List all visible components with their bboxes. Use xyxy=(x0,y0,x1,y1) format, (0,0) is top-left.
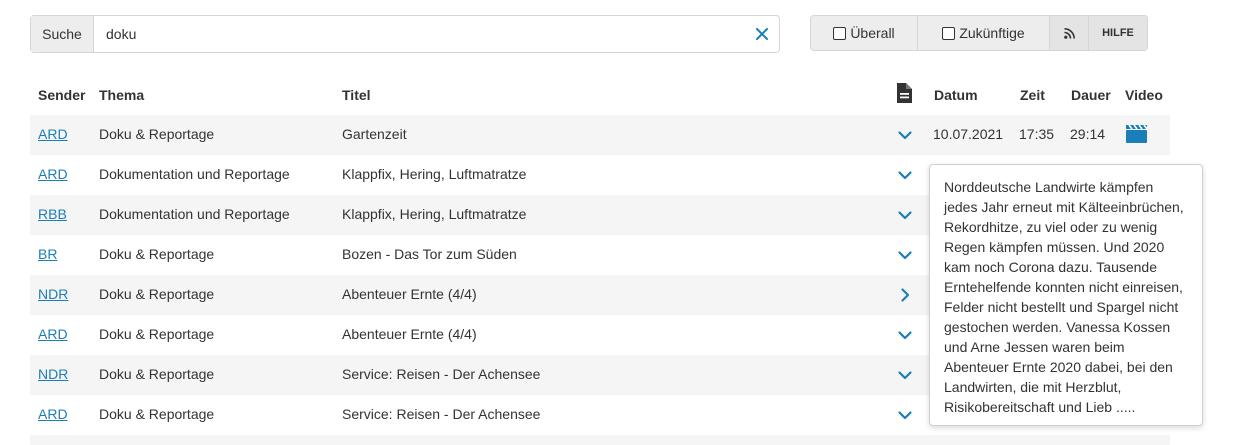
header-zeit[interactable]: Zeit xyxy=(1020,87,1045,103)
chevron-down-icon[interactable] xyxy=(896,326,914,344)
everywhere-checkbox[interactable] xyxy=(833,26,847,40)
zeit-cell: 17:35 xyxy=(1019,126,1055,142)
close-icon xyxy=(756,28,768,40)
thema-cell: Doku & Reportage xyxy=(99,246,215,262)
dauer-cell: 29:14 xyxy=(1070,126,1106,142)
table-row-partial xyxy=(30,435,1170,445)
header-video: Video xyxy=(1125,87,1163,103)
sender-link[interactable]: ARD xyxy=(38,326,68,342)
future-checkbox[interactable] xyxy=(942,26,956,40)
thema-cell: Doku & Reportage xyxy=(99,126,215,142)
titel-cell: Bozen - Das Tor zum Süden xyxy=(342,246,517,262)
titel-cell: Gartenzeit xyxy=(342,126,407,142)
tooltip-line: Regen kämpfen müssen. Und 2020 xyxy=(944,239,1165,255)
thema-cell: Dokumentation und Reportage xyxy=(99,206,290,222)
clear-search-button[interactable] xyxy=(745,16,779,52)
tooltip-line: kam noch Corona dazu. Tausende xyxy=(944,259,1157,275)
sender-link[interactable]: NDR xyxy=(38,366,68,382)
tooltip-line: gestochen werden. Vanessa Kossen xyxy=(944,319,1171,335)
table-header: Sender Thema Titel Datum Zeit Dauer Vide… xyxy=(30,75,1170,115)
tooltip-line: Felder nicht bestellt und Spargel nicht xyxy=(944,299,1179,315)
rss-icon xyxy=(1063,27,1075,39)
sender-link[interactable]: ARD xyxy=(38,166,68,182)
everywhere-toggle[interactable]: Überall xyxy=(811,16,918,50)
chevron-down-icon[interactable] xyxy=(896,366,914,384)
header-datum[interactable]: Datum xyxy=(934,87,978,103)
thema-cell: Doku & Reportage xyxy=(99,286,215,302)
header-dauer[interactable]: Dauer xyxy=(1071,87,1111,103)
sender-link[interactable]: RBB xyxy=(38,206,67,222)
video-clapperboard-icon[interactable] xyxy=(1126,125,1147,143)
header-thema[interactable]: Thema xyxy=(99,87,144,103)
chevron-down-icon[interactable] xyxy=(896,246,914,264)
thema-cell: Dokumentation und Reportage xyxy=(99,166,290,182)
table-row[interactable]: ARD Doku & Reportage Gartenzeit 10.07.20… xyxy=(30,115,1170,155)
chevron-down-icon[interactable] xyxy=(896,166,914,184)
sender-link[interactable]: NDR xyxy=(38,286,68,302)
sender-link[interactable]: BR xyxy=(38,246,57,262)
search-label: Suche xyxy=(31,16,94,52)
titel-cell: Klappfix, Hering, Luftmatratze xyxy=(342,166,527,182)
tooltip-line: und Arne Jessen waren beim xyxy=(944,339,1125,355)
tooltip-line: Norddeutsche Landwirte kämpfen xyxy=(944,179,1154,195)
search-bar: Suche xyxy=(30,15,780,53)
thema-cell: Doku & Reportage xyxy=(99,326,215,342)
document-icon xyxy=(897,83,912,103)
titel-cell: Klappfix, Hering, Luftmatratze xyxy=(342,206,527,222)
future-toggle[interactable]: Zukünftige xyxy=(918,16,1050,50)
help-button[interactable]: HILFE xyxy=(1089,16,1147,50)
chevron-down-icon[interactable] xyxy=(896,206,914,224)
titel-cell: Abenteuer Ernte (4/4) xyxy=(342,286,477,302)
chevron-down-icon[interactable] xyxy=(896,406,914,424)
tooltip-line: Landwirten, die mit Herzblut, xyxy=(944,379,1122,395)
titel-cell: Service: Reisen - Der Achensee xyxy=(342,366,541,382)
tooltip-line: Rekordhitze, zu viel oder zu wenig xyxy=(944,219,1158,235)
tooltip-line: Risikobereitschaft und Lieb ..... xyxy=(944,399,1136,415)
tooltip-line: Erntehelfende konnten nicht einreisen, xyxy=(944,279,1183,295)
tooltip-line: Abenteuer Ernte 2020 dabei, bei den xyxy=(944,359,1173,375)
datum-cell: 10.07.2021 xyxy=(933,126,1004,142)
search-input[interactable] xyxy=(94,16,745,52)
header-titel[interactable]: Titel xyxy=(342,87,371,103)
future-label: Zukünftige xyxy=(959,25,1025,41)
description-tooltip: Norddeutsche Landwirte kämpfen jedes Jah… xyxy=(929,164,1203,426)
sender-link[interactable]: ARD xyxy=(38,126,68,142)
chevron-right-icon[interactable] xyxy=(896,286,914,304)
titel-cell: Abenteuer Ernte (4/4) xyxy=(342,326,477,342)
sender-link[interactable]: ARD xyxy=(38,406,68,422)
everywhere-label: Überall xyxy=(850,25,895,41)
rss-button[interactable] xyxy=(1050,16,1089,50)
header-sender[interactable]: Sender xyxy=(38,87,85,103)
titel-cell: Service: Reisen - Der Achensee xyxy=(342,406,541,422)
tooltip-line: jedes Jahr erneut mit Kälteeinbrüchen, xyxy=(944,199,1184,215)
thema-cell: Doku & Reportage xyxy=(99,406,215,422)
filter-toolbar: Überall Zukünftige HILFE xyxy=(810,15,1148,51)
chevron-down-icon[interactable] xyxy=(896,126,914,144)
thema-cell: Doku & Reportage xyxy=(99,366,215,382)
